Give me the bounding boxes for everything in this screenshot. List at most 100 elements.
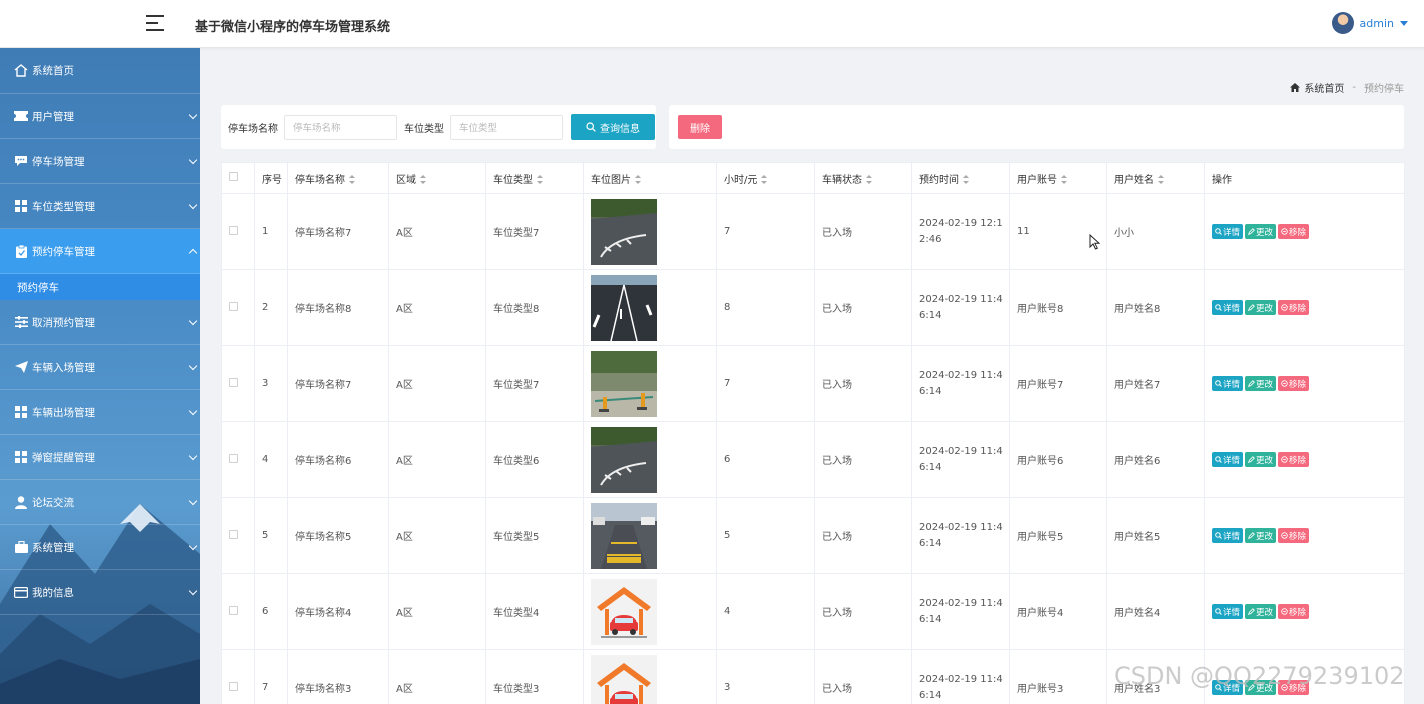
cell-price: 7 [716, 193, 815, 270]
column-header-lot[interactable]: 停车场名称 [287, 162, 389, 194]
sort-icon[interactable] [420, 175, 426, 184]
sort-icon[interactable] [349, 175, 355, 184]
parking-space-image[interactable] [591, 654, 716, 704]
sort-icon[interactable] [537, 175, 543, 184]
sort-icon[interactable] [635, 175, 641, 184]
sidebar-item-popup-reminders[interactable]: 弹窗提醒管理 [0, 435, 200, 480]
row-checkbox[interactable] [229, 225, 238, 235]
edit-button[interactable]: 更改 [1245, 300, 1277, 315]
sidebar-item-home[interactable]: 系统首页 [0, 48, 200, 94]
cell-time: 2024-02-19 11:46:14 [911, 573, 1010, 650]
sort-icon[interactable] [963, 175, 969, 184]
row-checkbox-cell[interactable] [221, 193, 255, 270]
table-header-row: 序号 停车场名称 区域 车位类型 车位图片 小时/元 车辆状态 预约时间 用户账… [221, 162, 1405, 194]
detail-button[interactable]: 详情 [1212, 604, 1244, 619]
username[interactable]: admin [1360, 17, 1394, 30]
sidebar-item-label: 取消预约管理 [32, 316, 95, 329]
search-button[interactable]: 查询信息 [571, 114, 655, 140]
menu-toggle-icon[interactable] [146, 15, 164, 31]
detail-button[interactable]: 详情 [1212, 300, 1244, 315]
sidebar-item-cancel-reservations[interactable]: 取消预约管理 [0, 300, 200, 345]
row-checkbox-cell[interactable] [221, 269, 255, 346]
parking-space-image[interactable] [591, 578, 716, 645]
row-checkbox[interactable] [229, 453, 238, 463]
remove-button[interactable]: 移除 [1278, 300, 1310, 315]
breadcrumb-current: 预约停车 [1364, 84, 1404, 95]
reservation-time: 2024-02-19 11:46:14 [919, 293, 1003, 321]
column-header-image[interactable]: 车位图片 [583, 162, 717, 194]
row-checkbox-cell[interactable] [221, 649, 255, 704]
column-header-name[interactable]: 用户姓名 [1106, 162, 1205, 194]
user-menu[interactable]: admin [1331, 12, 1408, 34]
edit-button[interactable]: 更改 [1245, 224, 1277, 239]
column-header-time[interactable]: 预约时间 [911, 162, 1010, 194]
sidebar-item-forum[interactable]: 论坛交流 [0, 480, 200, 525]
avatar[interactable] [1331, 12, 1354, 34]
edit-button[interactable]: 更改 [1245, 376, 1277, 391]
row-checkbox-cell[interactable] [221, 345, 255, 422]
space-type-input[interactable]: 车位类型 [450, 114, 563, 140]
cell-no: 5 [254, 497, 288, 574]
edit-button[interactable]: 更改 [1245, 604, 1277, 619]
column-header-status[interactable]: 车辆状态 [814, 162, 912, 194]
cell-name: 用户姓名5 [1106, 497, 1205, 574]
row-checkbox[interactable] [229, 301, 238, 311]
delete-button[interactable]: 删除 [678, 115, 722, 139]
row-checkbox[interactable] [229, 605, 238, 615]
parking-space-image[interactable] [591, 426, 716, 493]
lot-name-input[interactable]: 停车场名称 [284, 114, 397, 140]
watermark: CSDN @QQ2279239102 [1114, 662, 1405, 690]
sidebar-subitem-reserve-parking[interactable]: 预约停车 [0, 274, 200, 300]
row-checkbox[interactable] [229, 377, 238, 387]
column-header-area[interactable]: 区域 [388, 162, 486, 194]
sort-icon[interactable] [866, 175, 872, 184]
edit-button[interactable]: 更改 [1245, 528, 1277, 543]
breadcrumb-home[interactable]: 系统首页 [1304, 80, 1344, 95]
parking-space-image[interactable] [591, 274, 716, 341]
sort-icon[interactable] [1061, 175, 1067, 184]
sort-icon[interactable] [761, 175, 768, 184]
row-checkbox-cell[interactable] [221, 497, 255, 574]
sidebar-item-vehicle-exit[interactable]: 车辆出场管理 [0, 390, 200, 435]
sort-icon[interactable] [1158, 175, 1164, 184]
column-header-type[interactable]: 车位类型 [485, 162, 584, 194]
select-all-checkbox[interactable] [229, 172, 238, 181]
remove-button[interactable]: 移除 [1278, 452, 1310, 467]
remove-button[interactable]: 移除 [1278, 604, 1310, 619]
detail-button[interactable]: 详情 [1212, 528, 1244, 543]
sidebar-item-label: 预约停车管理 [32, 245, 95, 258]
row-checkbox-cell[interactable] [221, 573, 255, 650]
parking-space-image[interactable] [591, 502, 716, 569]
remove-button[interactable]: 移除 [1278, 224, 1310, 239]
cell-type: 车位类型6 [485, 421, 584, 498]
parking-space-image[interactable] [591, 350, 716, 417]
detail-button[interactable]: 详情 [1212, 452, 1244, 467]
row-checkbox-cell[interactable] [221, 421, 255, 498]
sidebar-item-reservations[interactable]: 预约停车管理 [0, 229, 200, 274]
sidebar-item-space-types[interactable]: 车位类型管理 [0, 184, 200, 229]
select-all-checkbox-cell[interactable] [221, 162, 255, 194]
column-header-account[interactable]: 用户账号 [1009, 162, 1107, 194]
sidebar-item-label: 车辆出场管理 [32, 406, 95, 419]
sidebar-item-system[interactable]: 系统管理 [0, 525, 200, 570]
remove-button[interactable]: 移除 [1278, 528, 1310, 543]
sidebar-item-users[interactable]: 用户管理 [0, 94, 200, 139]
cell-lot: 停车场名称4 [287, 573, 389, 650]
row-checkbox[interactable] [229, 529, 238, 539]
sidebar-item-vehicle-entry[interactable]: 车辆入场管理 [0, 345, 200, 390]
cell-status: 已入场 [814, 497, 912, 574]
sidebar-item-parking[interactable]: 停车场管理 [0, 139, 200, 184]
caret-down-icon[interactable] [1400, 20, 1408, 26]
column-header-price[interactable]: 小时/元 [716, 162, 815, 194]
cell-lot: 停车场名称8 [287, 269, 389, 346]
remove-button[interactable]: 移除 [1278, 376, 1310, 391]
edit-button[interactable]: 更改 [1245, 452, 1277, 467]
parking-space-image[interactable] [591, 198, 716, 265]
action-panel: 删除 [669, 105, 1404, 149]
row-checkbox[interactable] [229, 681, 238, 691]
sidebar-item-my-info[interactable]: 我的信息 [0, 570, 200, 615]
detail-button[interactable]: 详情 [1212, 376, 1244, 391]
lot-name-label: 停车场名称 [228, 123, 278, 135]
detail-button[interactable]: 详情 [1212, 224, 1244, 239]
pencil-icon [1248, 304, 1255, 311]
